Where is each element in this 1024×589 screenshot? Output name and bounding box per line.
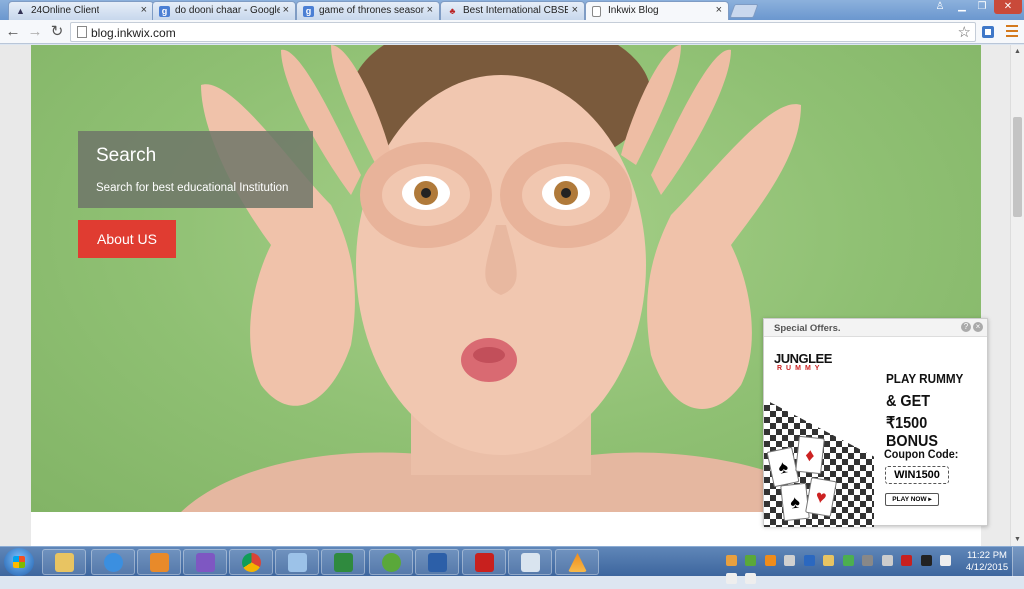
menu-icon[interactable] [1006,25,1018,39]
extension-icon[interactable] [981,24,995,40]
word-taskbar-button[interactable] [415,549,459,575]
window-switcher-taskbar-button[interactable] [508,549,552,575]
clock-time: 11:22 PM [967,550,1007,561]
new-tab-button[interactable] [729,4,759,18]
windows-logo-icon [13,556,25,568]
forward-icon[interactable]: → [26,23,44,41]
special-offers-ad[interactable]: Special Offers. ? × JUNGLEE RUMMY ♠ ♦ ♠ … [763,318,988,527]
browser-tab-strip: ▲ 24Online Client × g do dooni chaar - G… [0,0,1024,21]
playing-card-icon: ♠ [780,482,810,522]
clock-date: 4/12/2015 [965,562,1009,573]
tab-cbse-school[interactable]: ♣ Best International CBSE Sc × [440,1,585,20]
tab-label: game of thrones season 4 [319,5,424,16]
google-icon: g [303,6,314,17]
google-icon: g [159,6,170,17]
chrome-taskbar-button[interactable] [229,549,273,575]
close-icon[interactable]: × [283,4,289,16]
tab-label: Best International CBSE Sc [463,5,568,16]
start-button[interactable] [4,548,34,576]
minimize-icon[interactable]: ▁ [952,0,972,14]
user-icon[interactable]: ♙ [930,0,950,14]
school-icon: ♣ [449,6,456,16]
ad-coupon-code: WIN1500 [885,466,949,484]
battery-icon[interactable] [745,573,757,584]
scroll-thumb[interactable] [1013,117,1022,217]
ad-play-now-button[interactable]: PLAY NOW ▸ [885,493,939,506]
ad-headline: PLAY RUMMY [886,371,964,386]
tray-app-icon[interactable] [842,555,854,566]
close-icon[interactable]: × [427,4,433,16]
page-icon [592,6,601,17]
ad-brand-subtitle: RUMMY [777,365,824,372]
tray-app-icon[interactable] [862,555,874,566]
address-url[interactable]: blog.inkwix.com [91,26,176,40]
page-scrollbar[interactable]: ▲ ▼ [1010,45,1024,546]
ad-header: Special Offers. [764,319,987,337]
acrobat-taskbar-button[interactable] [462,549,506,575]
browser-toolbar: ← → ↻ blog.inkwix.com ☆ [0,20,1024,44]
ad-bonus: ₹1500 BONUS [886,415,939,450]
search-card-title: Search [96,145,157,166]
internet-explorer-taskbar-button[interactable] [91,549,135,575]
scroll-up-icon[interactable]: ▲ [1014,48,1021,55]
close-icon[interactable]: × [716,4,722,16]
taskbar-clock[interactable]: 11:22 PM 4/12/2015 [964,550,1010,574]
network-icon[interactable] [939,555,951,566]
app-icon: ▲ [16,6,25,16]
vlc-taskbar-button[interactable] [555,549,599,575]
visual-studio-taskbar-button[interactable] [183,549,227,575]
tab-label: Inkwix Blog [608,5,659,16]
page-icon [77,26,87,38]
tray-app-icon[interactable] [920,555,932,566]
close-icon[interactable]: × [141,4,147,16]
tray-app-icon[interactable] [901,555,913,566]
volume-icon[interactable] [726,573,737,584]
utorrent-taskbar-button[interactable] [369,549,413,575]
reload-icon[interactable]: ↻ [48,23,66,41]
tab-inkwix-blog[interactable]: Inkwix Blog × [585,1,729,21]
show-desktop-button[interactable] [1012,547,1024,577]
excel-taskbar-button[interactable] [321,549,365,575]
ad-subheadline: & GET [886,393,931,410]
ad-close-icon[interactable]: × [973,322,983,332]
tab-label: 24Online Client [31,5,100,16]
windows-taskbar: 11:22 PM 4/12/2015 [0,546,1024,584]
back-icon[interactable]: ← [4,23,22,41]
tab-label: do dooni chaar - Google S [175,5,280,16]
page-margin-left [0,45,31,546]
search-card[interactable]: Search Search for best educational Insti… [78,131,313,208]
address-bar[interactable]: blog.inkwix.com ☆ [70,22,976,42]
tab-24online-client[interactable]: ▲ 24Online Client × [8,1,154,20]
ad-coupon-label: Coupon Code: [884,447,959,461]
explorer-taskbar-button[interactable] [42,549,86,575]
bluetooth-icon[interactable] [803,555,815,566]
system-tray [726,553,958,584]
scroll-down-icon[interactable]: ▼ [1014,536,1021,543]
tray-app-icon[interactable] [745,555,757,566]
tray-app-icon[interactable] [726,555,737,566]
tab-game-of-thrones[interactable]: g game of thrones season 4 × [296,1,440,20]
search-card-subtitle: Search for best educational Institution [96,182,289,194]
help-icon[interactable]: ? [961,322,971,332]
tray-app-icon[interactable] [784,555,796,566]
tab-do-dooni-chaar[interactable]: g do dooni chaar - Google S × [152,1,296,20]
restore-icon[interactable]: ❐ [972,0,992,14]
about-us-button[interactable]: About US [78,220,176,258]
ad-brand-logo: JUNGLEE [774,351,832,366]
tray-app-icon[interactable] [881,555,893,566]
tray-vlc-icon[interactable] [764,555,776,566]
close-icon[interactable]: × [572,4,578,16]
window-close-icon[interactable]: ✕ [994,0,1022,14]
playing-card-icon: ♦ [795,435,825,475]
bookmark-star-icon[interactable]: ☆ [958,23,971,41]
media-player-taskbar-button[interactable] [137,549,181,575]
notepad-taskbar-button[interactable] [275,549,319,575]
tray-app-icon[interactable] [823,555,835,566]
